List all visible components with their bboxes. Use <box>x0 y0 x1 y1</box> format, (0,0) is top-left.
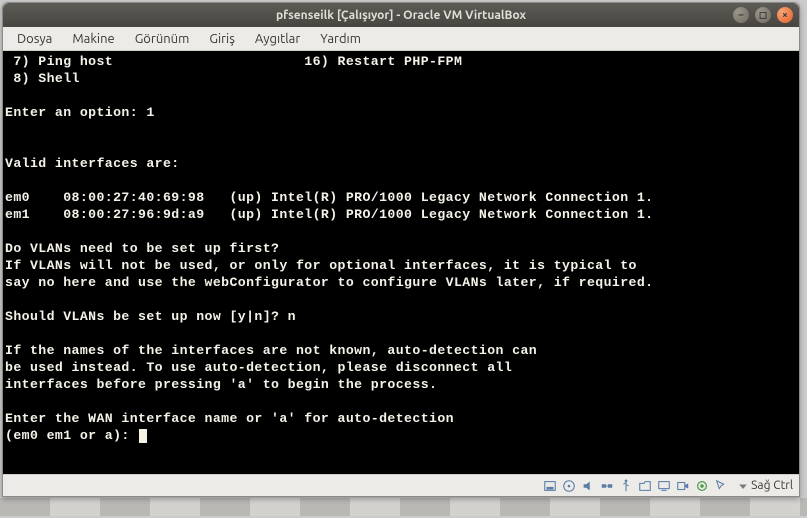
audio-icon[interactable] <box>580 478 596 494</box>
hostkey-indicator[interactable]: Sağ Ctrl <box>737 479 793 492</box>
terminal-cursor <box>139 429 147 443</box>
menu-dosya[interactable]: Dosya <box>9 30 60 48</box>
arrow-down-icon <box>737 480 749 492</box>
menu-yardim[interactable]: Yardım <box>312 30 369 48</box>
maximize-button[interactable]: ◻ <box>755 7 771 23</box>
menu-aygitlar[interactable]: Aygıtlar <box>247 30 308 48</box>
terminal-output: 7) Ping host 16) Restart PHP-FPM 8) Shel… <box>5 53 795 444</box>
window-controls: – ◻ × <box>733 7 793 23</box>
usb-icon[interactable] <box>618 478 634 494</box>
shared-icon[interactable] <box>637 478 653 494</box>
menu-giris[interactable]: Giriş <box>201 30 243 48</box>
vm-window: pfsenseilk [Çalışıyor] - Oracle VM Virtu… <box>2 2 800 497</box>
vm-display[interactable]: 7) Ping host 16) Restart PHP-FPM 8) Shel… <box>3 51 799 474</box>
statusbar: Sağ Ctrl <box>3 474 799 496</box>
status-icons <box>542 478 729 494</box>
net-icon[interactable] <box>599 478 615 494</box>
cd-icon[interactable] <box>561 478 577 494</box>
display-icon[interactable] <box>656 478 672 494</box>
close-button[interactable]: × <box>777 7 793 23</box>
titlebar[interactable]: pfsenseilk [Çalışıyor] - Oracle VM Virtu… <box>3 3 799 27</box>
mouse-icon[interactable] <box>713 478 729 494</box>
menu-gorunum[interactable]: Görünüm <box>127 30 198 48</box>
record-icon[interactable] <box>675 478 691 494</box>
menubar: Dosya Makine Görünüm Giriş Aygıtlar Yard… <box>3 27 799 51</box>
window-title: pfsenseilk [Çalışıyor] - Oracle VM Virtu… <box>276 9 526 22</box>
menu-makine[interactable]: Makine <box>64 30 122 48</box>
hostkey-label: Sağ Ctrl <box>751 479 793 492</box>
disk-icon[interactable] <box>542 478 558 494</box>
cpu-icon[interactable] <box>694 478 710 494</box>
minimize-button[interactable]: – <box>733 7 749 23</box>
